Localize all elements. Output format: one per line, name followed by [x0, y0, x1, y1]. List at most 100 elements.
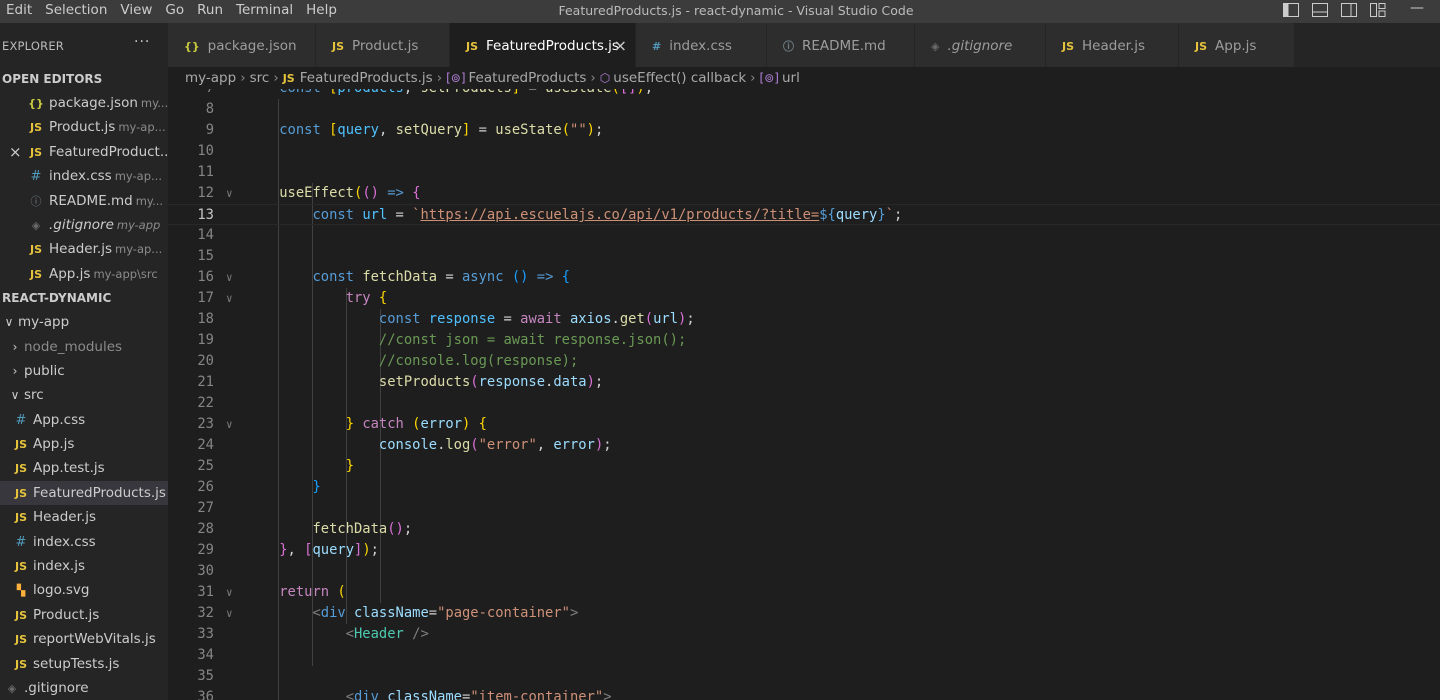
code-line[interactable]: 9 const [query, setQuery] = useState("")… — [168, 120, 1440, 141]
folder-item[interactable]: › node_modules — [0, 335, 168, 359]
toggle-primary-sidebar-icon[interactable] — [1282, 2, 1300, 18]
code-token: ` — [885, 207, 894, 223]
file-item[interactable]: JS Header.js — [0, 505, 168, 529]
open-editors-header[interactable]: OPEN EDITORS — [0, 67, 168, 91]
file-item[interactable]: JS App.test.js — [0, 456, 168, 480]
breadcrumb-item[interactable]: my-app — [185, 70, 236, 86]
file-item[interactable]: JS FeaturedProducts.js — [0, 480, 168, 506]
code-line[interactable]: 19 //const json = await response.json(); — [168, 330, 1440, 351]
code-line[interactable]: 13 const url = `https://api.escuelajs.co… — [168, 204, 1440, 225]
code-line[interactable]: 11 — [168, 162, 1440, 183]
file-item[interactable]: ◈ .gitignore — [0, 676, 168, 700]
open-editor-item[interactable]: JS App.js my-app\src — [0, 262, 168, 286]
folder-item[interactable]: › public — [0, 359, 168, 383]
code-line[interactable]: 31 ∨ return ( — [168, 582, 1440, 603]
file-item[interactable]: JS setupTests.js — [0, 652, 168, 676]
code-token: catch — [362, 416, 404, 432]
line-number: 15 — [197, 248, 214, 264]
code-line[interactable]: 10 — [168, 141, 1440, 162]
code-line[interactable]: 29 }, [query]); — [168, 540, 1440, 561]
code-text: const fetchData = async () => { — [168, 267, 570, 288]
code-line[interactable]: 24 console.log("error", error); — [168, 435, 1440, 456]
breadcrumb-item[interactable]: src — [250, 70, 270, 86]
code-line[interactable]: 16 ∨ const fetchData = async () => { — [168, 267, 1440, 288]
folder-item[interactable]: ∨ src — [0, 383, 168, 407]
code-token: , — [287, 542, 305, 558]
code-line[interactable]: 17 ∨ try { — [168, 288, 1440, 309]
code-text: //const json = await response.json(); — [168, 330, 686, 351]
toggle-panel-icon[interactable] — [1311, 2, 1329, 18]
minimize-button[interactable]: — — [1410, 0, 1424, 16]
open-editor-item[interactable]: ◈ .gitignore my-app — [0, 213, 168, 237]
code-line[interactable]: 34 — [168, 645, 1440, 666]
code-line[interactable]: 8 — [168, 99, 1440, 120]
code-editor[interactable]: 7 const [products, setProducts] = useSta… — [168, 89, 1440, 700]
project-header[interactable]: REACT-DYNAMIC — [0, 286, 168, 310]
file-item[interactable]: JS Product.js — [0, 603, 168, 627]
tab-package-json[interactable]: {} package.json — [168, 23, 316, 67]
code-line[interactable]: 23 ∨ } catch (error) { — [168, 414, 1440, 435]
code-line[interactable]: 27 — [168, 498, 1440, 519]
tab-index-css[interactable]: # index.css — [636, 23, 767, 67]
open-editor-item[interactable]: ⓘ README.md my... — [0, 189, 168, 213]
code-line[interactable]: 14 — [168, 225, 1440, 246]
code-line[interactable]: 22 — [168, 393, 1440, 414]
breadcrumb-item[interactable]: JS FeaturedProducts.js — [283, 70, 433, 86]
file-item[interactable]: # index.css — [0, 530, 168, 554]
code-line[interactable]: 20 //console.log(response); — [168, 351, 1440, 372]
code-line[interactable]: 15 — [168, 246, 1440, 267]
file-item[interactable]: JS index.js — [0, 554, 168, 578]
code-token: setQuery — [395, 122, 463, 138]
code-line[interactable]: 12 ∨ useEffect(() => { — [168, 183, 1440, 204]
breadcrumb-item[interactable]: ⬡ useEffect() callback — [600, 70, 746, 86]
file-item[interactable]: JS App.js — [0, 432, 168, 456]
tab-app-js[interactable]: JS App.js — [1179, 23, 1295, 67]
code-line[interactable]: 32 ∨ <div className="page-container"> — [168, 603, 1440, 624]
open-editor-item[interactable]: × JS FeaturedProduct... — [0, 140, 168, 164]
code-line[interactable]: 25 } — [168, 456, 1440, 477]
info-file-icon: ⓘ — [30, 194, 42, 208]
toggle-secondary-sidebar-icon[interactable] — [1340, 2, 1358, 18]
code-line[interactable]: 35 — [168, 666, 1440, 687]
close-tab-icon[interactable]: × — [614, 23, 627, 69]
file-item[interactable]: JS reportWebVitals.js — [0, 627, 168, 651]
code-line[interactable]: 36 <div className="item-container"> — [168, 687, 1440, 700]
file-item[interactable]: ▚ logo.svg — [0, 578, 168, 602]
code-token: ) — [636, 89, 644, 96]
code-line[interactable]: 30 — [168, 561, 1440, 582]
breadcrumb-item[interactable]: [⊚] FeaturedProducts — [446, 70, 586, 86]
code-token: { — [378, 290, 388, 306]
close-icon[interactable]: × — [9, 140, 22, 164]
css-file-icon: # — [15, 534, 27, 550]
tab-gitignore[interactable]: ◈ .gitignore — [915, 23, 1046, 67]
code-line[interactable]: 21 setProducts(response.data); — [168, 372, 1440, 393]
code-token: async — [462, 269, 504, 285]
code-line[interactable]: 7 const [products, setProducts] = useSta… — [168, 89, 1440, 99]
chevron-down-icon: ∨ — [4, 315, 14, 330]
breadcrumb-item[interactable]: [⊚] url — [760, 70, 800, 86]
open-editor-item[interactable]: # index.css my-ap... — [0, 164, 168, 188]
code-line[interactable]: 28 fetchData(); — [168, 519, 1440, 540]
open-editor-item[interactable]: {} package.json my... — [0, 91, 168, 115]
tab-product-js[interactable]: JS Product.js — [316, 23, 450, 67]
folder-item[interactable]: ∨ my-app — [0, 310, 168, 334]
code-line[interactable]: 26 } — [168, 477, 1440, 498]
code-token: div — [354, 689, 379, 700]
open-editor-path: my... — [140, 96, 168, 110]
chevron-right-icon: › — [590, 70, 596, 86]
tab-featuredproducts-js[interactable]: JS FeaturedProducts.js × — [450, 23, 636, 67]
open-editor-item[interactable]: JS Header.js my-ap... — [0, 237, 168, 261]
tab-header-js[interactable]: JS Header.js — [1046, 23, 1179, 67]
code-token: ( — [561, 122, 571, 138]
code-line[interactable]: 18 const response = await axios.get(url)… — [168, 309, 1440, 330]
file-item[interactable]: # App.css — [0, 408, 168, 432]
javascript-file-icon: JS — [14, 438, 27, 452]
tab-readme-md[interactable]: ⓘ README.md — [767, 23, 915, 67]
open-editor-item[interactable]: JS Product.js my-ap... — [0, 115, 168, 139]
code-line[interactable]: 33 <Header /> — [168, 624, 1440, 645]
more-actions-icon[interactable]: ··· — [134, 34, 150, 50]
customize-layout-icon[interactable] — [1369, 2, 1387, 18]
